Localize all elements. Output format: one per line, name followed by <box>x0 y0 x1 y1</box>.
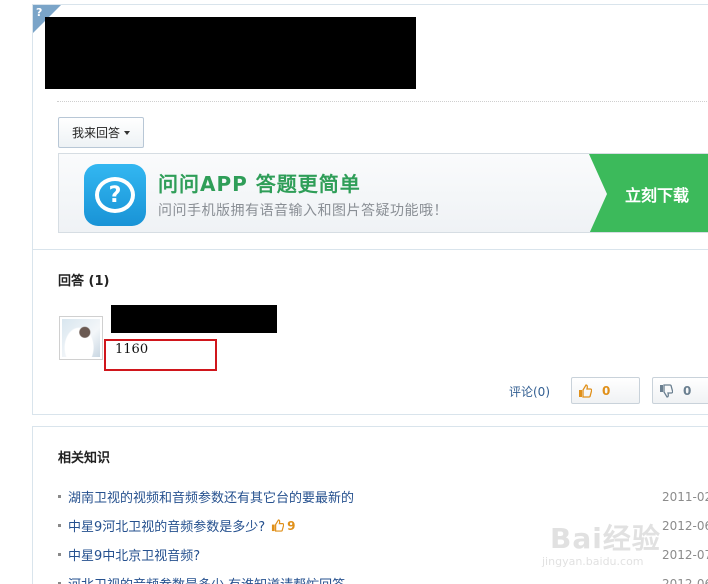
list-item: 河北卫视的音频参数是多少 有谁知道请帮忙回答 2012-06 <box>58 569 708 584</box>
answers-panel: 回答 (1) 1160 评论(0) 0 0 <box>32 250 708 415</box>
related-date: 2012-07 <box>662 547 708 562</box>
related-panel: 相关知识 湖南卫视的视频和音频参数还有其它台的要最新的 2011-02 中星9河… <box>32 426 708 584</box>
question-mark-icon: ? <box>36 6 43 19</box>
chevron-down-icon <box>124 131 130 135</box>
redacted-username <box>111 305 277 333</box>
related-date: 2012-06 <box>662 518 708 533</box>
thumbs-up-icon <box>272 519 285 532</box>
related-date: 2012-06 <box>662 576 708 584</box>
upvote-count: 0 <box>602 383 611 398</box>
related-link[interactable]: 中星9河北卫视的音频参数是多少? <box>68 516 265 535</box>
thumbs-up-icon <box>579 383 592 398</box>
list-item: 中星9中北京卫视音频? 2012-07 <box>58 540 708 569</box>
answer-button-label: 我来回答 <box>71 126 120 140</box>
bullet-icon <box>58 495 61 498</box>
bullet-icon <box>58 553 61 556</box>
app-logo-icon: ? <box>84 164 146 226</box>
highlight-box <box>104 339 217 371</box>
avatar[interactable] <box>59 316 103 360</box>
comment-link[interactable]: 评论(0) <box>509 383 550 400</box>
downvote-button[interactable]: 0 <box>652 377 708 404</box>
app-promo-banner[interactable]: ? 问问APP 答题更简单 问问手机版拥有语音输入和图片答疑功能哦！ 立刻下载 <box>58 153 708 233</box>
download-button[interactable]: 立刻下载 <box>589 154 708 232</box>
related-likes: 9 <box>271 518 296 533</box>
downvote-count: 0 <box>683 383 692 398</box>
related-link[interactable]: 湖南卫视的视频和音频参数还有其它台的要最新的 <box>68 487 354 506</box>
list-item: 中星9河北卫视的音频参数是多少? 9 2012-06 <box>58 511 708 540</box>
bullet-icon <box>58 524 61 527</box>
page: ? 我来回答 ? 问问APP 答题更简单 问问手机版拥有语音输入和图片答疑功能哦… <box>0 0 708 584</box>
avatar-photo <box>62 319 100 357</box>
divider <box>57 101 708 102</box>
related-link[interactable]: 中星9中北京卫视音频? <box>68 545 200 564</box>
banner-title: 问问APP 答题更简单 <box>158 172 361 196</box>
thumbs-down-icon <box>660 383 673 398</box>
related-date: 2011-02 <box>662 489 708 504</box>
related-link[interactable]: 河北卫视的音频参数是多少 有谁知道请帮忙回答 <box>68 574 345 584</box>
likes-count: 9 <box>287 518 296 533</box>
related-heading: 相关知识 <box>58 451 111 466</box>
list-item: 湖南卫视的视频和音频参数还有其它台的要最新的 2011-02 <box>58 482 708 511</box>
redacted-question-title <box>45 17 416 89</box>
banner-subtitle: 问问手机版拥有语音输入和图片答疑功能哦！ <box>158 203 448 219</box>
question-panel: ? 我来回答 ? 问问APP 答题更简单 问问手机版拥有语音输入和图片答疑功能哦… <box>32 4 708 250</box>
question-bubble-icon: ? <box>95 177 135 213</box>
upvote-button[interactable]: 0 <box>571 377 640 404</box>
related-list: 湖南卫视的视频和音频参数还有其它台的要最新的 2011-02 中星9河北卫视的音… <box>58 482 708 584</box>
answer-button[interactable]: 我来回答 <box>58 117 144 148</box>
answers-heading: 回答 (1) <box>58 274 110 289</box>
